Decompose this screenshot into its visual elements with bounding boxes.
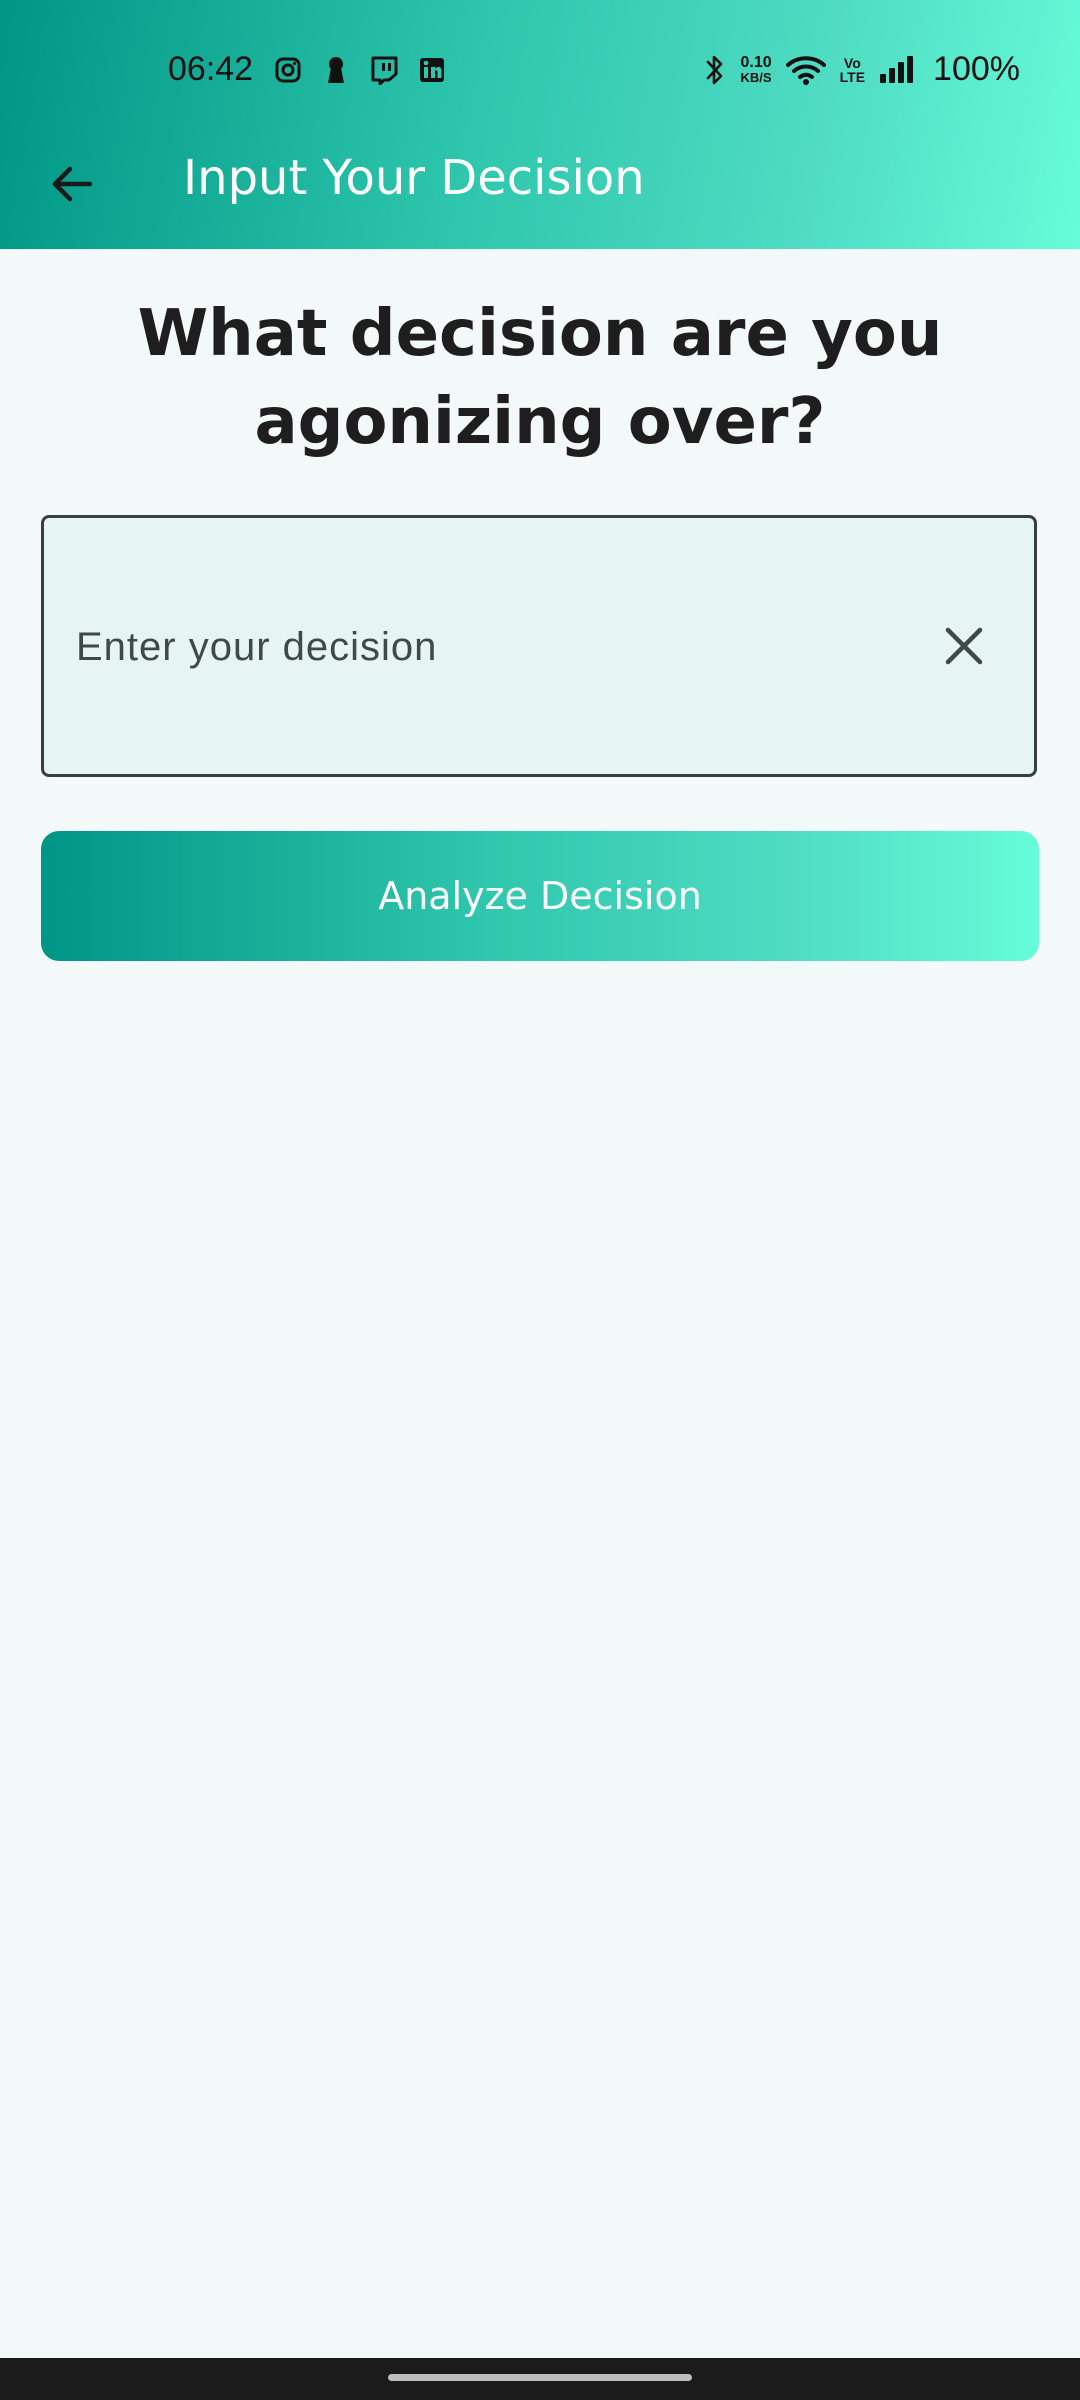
app-bar: Input Your Decision (0, 130, 1080, 230)
network-speed-unit: KB/S (740, 69, 772, 85)
navigation-bar (0, 2358, 1080, 2400)
instagram-icon (272, 54, 304, 86)
network-speed-value: 0.10 (740, 53, 772, 71)
screen: 06:42 0.10 KB/S Vo LTE 100% Input Your D… (0, 0, 1080, 2400)
linkedin-icon (416, 54, 448, 86)
volte-indicator: Vo LTE (840, 56, 865, 84)
arrow-left-icon (52, 166, 93, 202)
home-indicator[interactable] (388, 2374, 692, 2381)
analyze-decision-label: Analyze Decision (378, 874, 702, 918)
clear-input-button[interactable] (924, 606, 1004, 686)
network-speed: 0.10 KB/S (740, 53, 772, 85)
close-icon (945, 627, 983, 665)
decision-input[interactable] (74, 518, 938, 776)
header: 06:42 0.10 KB/S Vo LTE 100% Input Your D… (0, 0, 1080, 249)
page-title: Input Your Decision (183, 150, 645, 206)
volte-top: Vo (843, 54, 861, 71)
status-time: 06:42 (168, 50, 254, 88)
twitch-icon (368, 54, 400, 86)
decision-input-container (41, 515, 1037, 777)
analyze-decision-button[interactable]: Analyze Decision (41, 831, 1039, 961)
wifi-icon (785, 52, 826, 88)
back-button[interactable] (36, 148, 108, 220)
keyhole-icon (320, 54, 352, 86)
status-bar: 06:42 0.10 KB/S Vo LTE 100% (0, 0, 1080, 146)
system-icons: 0.10 KB/S Vo LTE 100% (704, 50, 1020, 89)
signal-icon (879, 52, 915, 88)
battery-level: 100% (933, 50, 1020, 88)
notification-icons (272, 54, 448, 86)
volte-bottom: LTE (839, 68, 866, 85)
bluetooth-icon (704, 52, 726, 88)
decision-question: What decision are you agonizing over? (137, 297, 943, 459)
